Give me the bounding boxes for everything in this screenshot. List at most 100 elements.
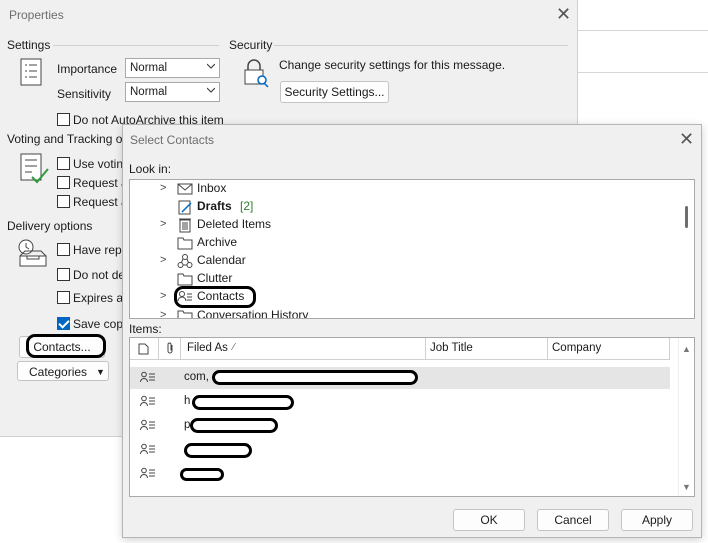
importance-select[interactable]: Normal — [125, 58, 220, 78]
contact-icon — [140, 371, 156, 386]
items-scrollbar[interactable]: ▲ ▼ — [678, 338, 694, 496]
sensitivity-value: Normal — [130, 86, 168, 98]
checklist-icon — [20, 153, 50, 188]
annotation-circle — [26, 334, 106, 358]
chevron-right-icon[interactable]: > — [160, 290, 166, 302]
folder-deleted-items[interactable]: > Deleted Items — [130, 216, 680, 234]
voting-label: Use votin — [73, 157, 124, 171]
envelope-icon — [177, 181, 193, 197]
delivery-heading: Delivery options — [7, 219, 93, 233]
do-not-deliver-label: Do not de — [73, 268, 126, 282]
have-replies-checkbox[interactable] — [57, 243, 70, 256]
folder-label: Conversation History — [197, 308, 309, 319]
table-row[interactable]: com, — [130, 367, 670, 389]
voting-heading: Voting and Tracking op — [7, 132, 130, 146]
dialog-title: Properties — [9, 8, 64, 22]
redaction-mark — [180, 468, 224, 481]
scroll-up-icon[interactable]: ▲ — [682, 344, 691, 354]
filed-as-cell: h — [184, 395, 191, 407]
do-not-deliver-checkbox[interactable] — [57, 268, 70, 281]
sensitivity-select[interactable]: Normal — [125, 82, 220, 102]
expires-label: Expires af — [73, 291, 127, 305]
trash-icon — [177, 217, 193, 233]
close-icon[interactable]: ✕ — [679, 129, 694, 150]
table-row[interactable]: p — [130, 415, 670, 437]
folder-conversation-history[interactable]: > Conversation History — [130, 307, 680, 319]
categories-label: Categories — [29, 365, 88, 379]
filed-as-cell: com, — [184, 371, 209, 383]
folder-archive[interactable]: Archive — [130, 234, 680, 252]
folder-label: Archive — [197, 235, 238, 249]
close-icon[interactable]: ✕ — [556, 4, 571, 25]
delivery-receipt-checkbox[interactable] — [57, 176, 70, 189]
redaction-mark — [212, 370, 418, 385]
contact-icon — [140, 419, 156, 434]
contact-icon — [140, 395, 156, 410]
look-in-label: Look in: — [129, 162, 172, 176]
redaction-mark — [184, 443, 252, 458]
tree-scrollbar[interactable] — [678, 180, 694, 318]
shared-calendar-icon — [177, 253, 193, 269]
table-row[interactable] — [130, 463, 670, 485]
scroll-down-icon[interactable]: ▼ — [682, 482, 691, 492]
chevron-down-icon — [207, 87, 215, 93]
apply-button[interactable]: Apply — [621, 509, 693, 531]
ok-button[interactable]: OK — [453, 509, 525, 531]
folder-icon — [177, 235, 193, 251]
settings-list-icon — [20, 58, 42, 89]
have-replies-label: Have repl — [73, 243, 125, 257]
voting-checkbox[interactable] — [57, 157, 70, 170]
delivery-receipt-label: Request a — [73, 176, 128, 190]
dialog-title: Select Contacts — [130, 133, 215, 147]
table-header: Filed As ⁄ Job Title Company — [130, 338, 670, 360]
security-heading: Security — [229, 38, 273, 52]
table-row[interactable]: h — [130, 391, 670, 413]
security-description: Change security settings for this messag… — [279, 58, 506, 72]
column-job-title[interactable]: Job Title — [430, 342, 473, 354]
chevron-right-icon[interactable]: > — [160, 309, 166, 318]
items-label: Items: — [129, 322, 162, 336]
redaction-mark — [190, 418, 278, 433]
folder-label: Inbox — [197, 181, 227, 195]
folder-icon — [177, 308, 193, 318]
chevron-right-icon[interactable]: > — [160, 254, 166, 266]
importance-label: Importance — [57, 62, 118, 76]
categories-button[interactable]: Categories ▼ — [17, 361, 109, 381]
read-receipt-checkbox[interactable] — [57, 195, 70, 208]
paperclip-icon[interactable] — [165, 342, 175, 358]
folder-count: [2] — [240, 199, 254, 213]
inbox-clock-icon — [17, 238, 49, 271]
contact-icon — [140, 467, 156, 482]
items-table[interactable]: Filed As ⁄ Job Title Company com, h p ▲ … — [129, 337, 695, 497]
cancel-button[interactable]: Cancel — [537, 509, 609, 531]
table-row[interactable] — [130, 439, 670, 461]
draft-pencil-icon — [177, 199, 193, 215]
caret-down-icon: ▼ — [96, 367, 105, 377]
column-filed-as[interactable]: Filed As — [187, 342, 228, 354]
folder-label: Calendar — [197, 253, 246, 267]
folder-calendar[interactable]: > Calendar — [130, 252, 680, 270]
folder-icon — [177, 271, 193, 287]
sensitivity-label: Sensitivity — [57, 87, 112, 101]
lock-icon — [242, 58, 270, 91]
settings-heading: Settings — [7, 38, 51, 52]
annotation-circle — [174, 286, 256, 308]
folder-drafts[interactable]: Drafts [2] — [130, 198, 680, 216]
autoarchive-checkbox[interactable] — [57, 113, 70, 126]
folder-tree[interactable]: > Inbox Drafts [2] > Deleted Items Archi… — [129, 179, 695, 319]
chevron-down-icon — [207, 63, 215, 69]
save-copy-label: Save copy — [73, 317, 130, 331]
security-settings-button[interactable]: Security Settings... — [280, 81, 389, 103]
save-copy-checkbox[interactable] — [57, 317, 70, 330]
read-receipt-label: Request a — [73, 195, 128, 209]
column-company[interactable]: Company — [552, 342, 601, 354]
folder-label: Drafts — [197, 199, 232, 213]
document-icon[interactable] — [138, 343, 149, 358]
chevron-right-icon[interactable]: > — [160, 218, 166, 230]
folder-inbox[interactable]: > Inbox — [130, 180, 680, 198]
folder-label: Deleted Items — [197, 217, 272, 231]
importance-value: Normal — [130, 62, 168, 74]
chevron-right-icon[interactable]: > — [160, 182, 166, 194]
expires-checkbox[interactable] — [57, 291, 70, 304]
scrollbar-thumb[interactable] — [685, 206, 688, 228]
